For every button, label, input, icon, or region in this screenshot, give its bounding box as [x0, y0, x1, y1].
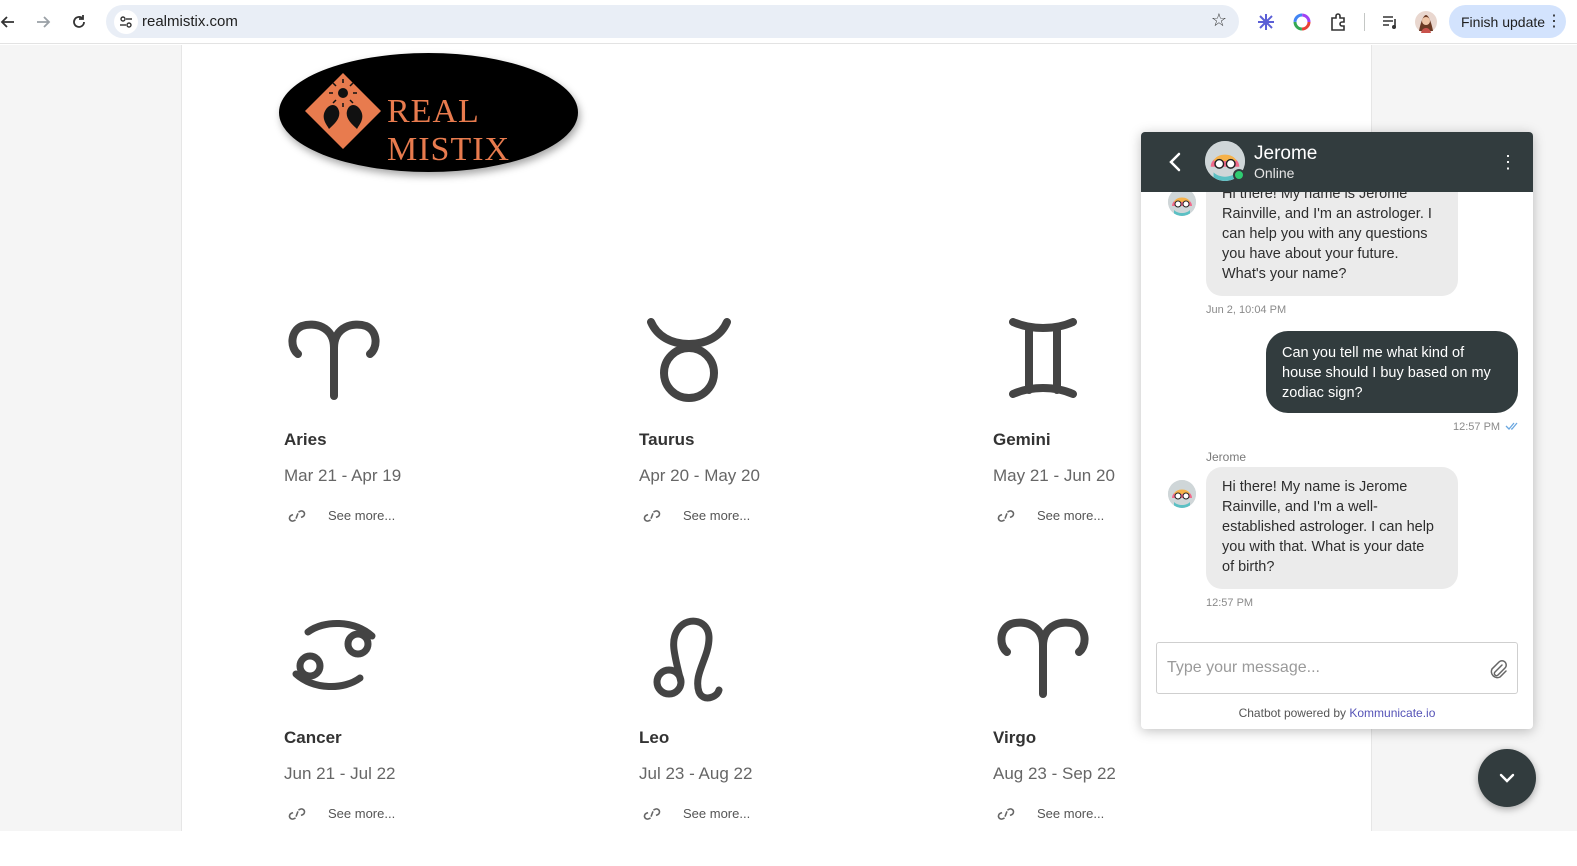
taurus-symbol-icon: [647, 318, 731, 402]
logo-text: REAL MISTIX: [387, 93, 511, 168]
see-more-label: See more...: [1037, 806, 1105, 821]
zodiac-card-cancer: Cancer Jun 21 - Jul 22 See more...: [284, 616, 564, 866]
agent-avatar: [1168, 188, 1196, 216]
see-more-link[interactable]: See more...: [288, 806, 395, 821]
message-line: you with that. What is your date: [1222, 539, 1425, 555]
message-sender-name: Jerome: [1206, 450, 1247, 464]
back-arrow-icon[interactable]: [0, 10, 20, 34]
chevron-left-icon[interactable]: [1165, 150, 1185, 174]
see-more-label: See more...: [683, 508, 751, 523]
link-icon: [288, 509, 306, 522]
message-line: Rainville, and I'm a well-: [1222, 499, 1378, 515]
see-more-link[interactable]: See more...: [643, 508, 750, 523]
see-more-link[interactable]: See more...: [288, 508, 395, 523]
see-more-link[interactable]: See more...: [997, 806, 1104, 821]
cancer-symbol-icon: [292, 619, 376, 691]
chat-widget: Hi there! My name is Jerome Rainville, a…: [1141, 132, 1533, 729]
see-more-label: See more...: [328, 508, 396, 523]
message-timestamp: 12:57 PM: [1453, 421, 1501, 433]
message-line: established astrologer. I can help: [1222, 519, 1434, 535]
message-timestamp: 12:57 PM: [1206, 597, 1254, 609]
zodiac-name: Taurus: [639, 430, 695, 449]
see-more-label: See more...: [683, 806, 751, 821]
link-icon: [997, 807, 1015, 820]
message-line: Hi there! My name is Jerome: [1222, 479, 1408, 495]
kommunicate-link[interactable]: Kommunicate.io: [1349, 706, 1435, 720]
zodiac-dates: Aug 23 - Sep 22: [993, 764, 1116, 783]
zodiac-card-taurus: Taurus Apr 20 - May 20 See more...: [639, 318, 919, 568]
chat-agent-name: Jerome: [1254, 143, 1318, 164]
message-line: zodiac sign?: [1282, 385, 1363, 401]
message-input-box: [1156, 642, 1518, 694]
address-bar[interactable]: realmistix.com ☆: [106, 5, 1239, 38]
page-left-margin: [0, 45, 182, 831]
finish-update-button[interactable]: Finish update ⋮: [1449, 5, 1566, 38]
see-more-link[interactable]: See more...: [643, 806, 750, 821]
url-text[interactable]: realmistix.com: [142, 13, 238, 30]
aries-symbol-icon: [288, 320, 380, 400]
message-line: of birth?: [1222, 559, 1275, 575]
virgo-symbol-icon: [997, 618, 1089, 698]
online-status-dot: [1233, 169, 1245, 181]
finish-update-label: Finish update: [1461, 13, 1546, 30]
message-timestamp: Jun 2, 10:04 PM: [1206, 304, 1287, 316]
profile-avatar[interactable]: [1414, 10, 1438, 34]
gemini-symbol-icon: [1009, 318, 1077, 398]
leo-symbol-icon: [653, 617, 723, 702]
paperclip-icon[interactable]: [1489, 659, 1507, 679]
link-icon: [997, 509, 1015, 522]
zodiac-dates: Mar 21 - Apr 19: [284, 466, 402, 485]
chat-header: Jerome Online ⋮: [1141, 132, 1533, 192]
message-bubble-incoming: Hi there! My name is Jerome Rainville, a…: [1206, 467, 1458, 589]
read-receipt-icon: [1505, 422, 1518, 430]
zodiac-name: Aries: [284, 430, 327, 449]
agent-avatar: [1168, 480, 1196, 508]
extensions-puzzle-icon[interactable]: [1326, 10, 1350, 34]
zodiac-card-leo: Leo Jul 23 - Aug 22 See more...: [639, 616, 919, 866]
zodiac-name: Cancer: [284, 728, 342, 747]
zodiac-name: Leo: [639, 728, 670, 747]
reload-icon[interactable]: [67, 10, 91, 34]
link-icon: [288, 807, 306, 820]
message-bubble-outgoing: Can you tell me what kind of house shoul…: [1266, 331, 1518, 413]
zodiac-dates: Jun 21 - Jul 22: [284, 764, 396, 783]
chevron-down-icon: [1499, 773, 1515, 783]
zodiac-name: Gemini: [993, 430, 1051, 449]
toolbar-divider: [1364, 13, 1365, 31]
site-logo[interactable]: REAL MISTIX: [279, 53, 578, 172]
message-line: can help you with any questions: [1222, 226, 1428, 242]
browser-toolbar: realmistix.com ☆ Finish update ⋮: [0, 0, 1577, 44]
zodiac-name: Virgo: [993, 728, 1037, 747]
powered-by-prefix: Chatbot powered by: [1238, 706, 1346, 720]
message-line: house should I buy based on my: [1282, 365, 1491, 381]
zodiac-dates: May 21 - Jun 20: [993, 466, 1115, 485]
bookmark-star-icon[interactable]: ☆: [1211, 10, 1227, 31]
link-icon: [643, 509, 661, 522]
message-line: What's your name?: [1222, 266, 1347, 282]
message-line: you have about your future.: [1222, 246, 1399, 262]
chat-toggle-button[interactable]: [1478, 749, 1536, 807]
zodiac-dates: Apr 20 - May 20: [639, 466, 760, 485]
see-more-link[interactable]: See more...: [997, 508, 1104, 523]
dragon-diamond-icon: [305, 73, 381, 149]
extension-color-ring-icon[interactable]: [1290, 10, 1314, 34]
message-input[interactable]: [1167, 656, 1477, 680]
zodiac-dates: Jul 23 - Aug 22: [639, 764, 753, 783]
more-vertical-icon[interactable]: ⋮: [1546, 11, 1562, 31]
message-bubble-incoming: Hi there! My name is Jerome Rainville, a…: [1206, 174, 1458, 296]
see-more-label: See more...: [1037, 508, 1105, 523]
more-vertical-icon[interactable]: ⋮: [1499, 152, 1517, 173]
message-line: Rainville, and I'm an astrologer. I: [1222, 206, 1432, 222]
see-more-label: See more...: [328, 806, 396, 821]
media-control-icon[interactable]: [1378, 10, 1402, 34]
zodiac-card-aries: Aries Mar 21 - Apr 19 See more...: [284, 318, 564, 568]
message-line: Can you tell me what kind of: [1282, 345, 1465, 361]
site-info-icon[interactable]: [114, 10, 138, 34]
powered-by-footer: Chatbot powered by Kommunicate.io: [1141, 706, 1533, 720]
forward-arrow-icon[interactable]: [31, 10, 55, 34]
extension-snowflake-icon[interactable]: [1254, 10, 1278, 34]
link-icon: [643, 807, 661, 820]
chat-agent-status: Online: [1254, 165, 1295, 181]
